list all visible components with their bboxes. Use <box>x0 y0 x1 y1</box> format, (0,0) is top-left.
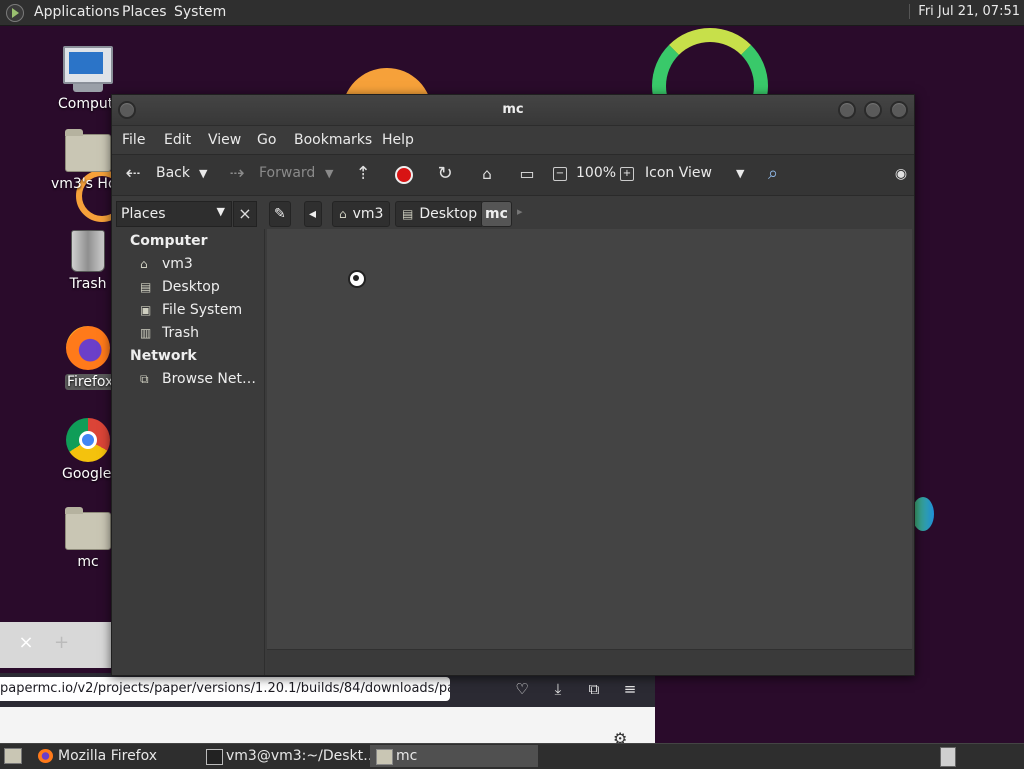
drive-icon: ▣ <box>140 303 152 317</box>
firefox-page <box>0 707 655 743</box>
firefox-icon <box>66 326 110 370</box>
edit-location-icon[interactable]: ✎ <box>269 201 291 227</box>
trash-icon: ▥ <box>140 326 152 340</box>
window-title: mc <box>502 102 524 117</box>
back-arrow-icon[interactable]: ⇠ <box>122 163 144 185</box>
menu-go[interactable]: Go <box>257 132 276 148</box>
back-history-chevron-down-icon[interactable]: ▼ <box>199 167 207 180</box>
menu-bookmarks[interactable]: Bookmarks <box>294 132 372 148</box>
sidebar: Computer ⌂ vm3 ▤ Desktop ▣ File System ▥ Tra… <box>112 229 265 675</box>
extensions-icon[interactable]: ⧉ <box>584 680 604 698</box>
chevron-left-icon[interactable]: ◂ <box>304 201 322 227</box>
view-mode-select[interactable]: Icon View <box>645 165 712 181</box>
zoom-in-icon[interactable]: + <box>620 167 634 181</box>
crumb-mc[interactable]: mc <box>481 201 512 227</box>
home-folder-icon: ⌂ <box>140 257 148 271</box>
firefox-tabbar: × + <box>0 622 112 668</box>
sidebar-header-network: Network <box>130 348 197 364</box>
forward-arrow-icon[interactable]: ⇢ <box>226 163 248 185</box>
back-button[interactable]: Back <box>156 165 190 181</box>
zoom-level: 100% <box>576 165 617 181</box>
clock[interactable]: Fri Jul 21, 07:51 <box>909 4 1020 19</box>
terminal-icon <box>206 749 223 765</box>
crumb-vm3[interactable]: ⌂ vm3 <box>332 201 391 227</box>
desktop-icon-label: Firefox <box>65 374 116 390</box>
system-menu[interactable]: System <box>174 4 226 20</box>
computer-icon[interactable]: ▭ <box>516 163 538 185</box>
sidebar-selector[interactable]: Places ▼ <box>116 201 232 227</box>
crumb-desktop[interactable]: ▤ Desktop <box>395 201 485 227</box>
close-icon[interactable] <box>890 101 908 119</box>
folder-icon <box>376 749 393 765</box>
maximize-icon[interactable] <box>864 101 882 119</box>
trash-icon <box>71 230 105 272</box>
forward-history-chevron-down-icon[interactable]: ▼ <box>325 167 333 180</box>
statusbar <box>267 649 912 674</box>
forward-button[interactable]: Forward <box>259 165 315 181</box>
home-folder-icon <box>65 129 111 172</box>
menu-view[interactable]: View <box>208 132 241 148</box>
show-desktop-icon[interactable] <box>4 748 22 764</box>
menu-help[interactable]: Help <box>382 132 414 148</box>
sidebar-selector-label: Places <box>121 206 166 222</box>
menu-edit[interactable]: Edit <box>164 132 191 148</box>
zoom-out-icon[interactable]: − <box>553 167 567 181</box>
top-panel: Applications Places System Fri Jul 21, 0… <box>0 0 1024 26</box>
sidebar-item-trash[interactable]: ▥ Trash <box>140 325 199 341</box>
new-tab-icon[interactable]: + <box>54 632 69 653</box>
desktop-folder-icon: ▤ <box>402 207 414 221</box>
desktop-folder-icon: ▤ <box>140 280 152 294</box>
menu-icon[interactable]: ≡ <box>620 680 640 698</box>
minimize-icon[interactable] <box>838 101 856 119</box>
wallpaper-blob <box>912 497 934 531</box>
up-arrow-icon[interactable]: ⇡ <box>352 163 374 185</box>
chevron-right-icon[interactable]: ▸ <box>517 205 523 218</box>
folder-icon <box>65 507 111 550</box>
busy-cursor-icon <box>348 270 366 288</box>
home-icon[interactable]: ⌂ <box>476 163 498 185</box>
menu-file[interactable]: File <box>122 132 145 148</box>
location-bar: Places ▼ × ✎ ◂ ⌂ vm3 ▤ Desktop mc ▸ <box>112 196 914 230</box>
chevron-down-icon: ▼ <box>216 205 225 218</box>
pocket-icon[interactable]: ♡ <box>512 680 532 698</box>
sidebar-item-browse-network[interactable]: ⧉ Browse Net… <box>140 371 256 387</box>
search-icon[interactable]: ⌕ <box>762 163 784 185</box>
toolbar: ⇠ Back ▼ ⇢ Forward ▼ ⇡ ↻ ⌂ ▭ − 100% + Ic… <box>112 154 914 196</box>
computer-icon <box>63 46 113 84</box>
throbber-icon: ◉ <box>894 166 908 182</box>
firefox-url-bar[interactable]: papermc.io/v2/projects/paper/versions/1.… <box>0 677 450 701</box>
view-mode-chevron-down-icon[interactable]: ▼ <box>736 167 744 180</box>
close-tab-icon[interactable]: × <box>14 632 38 653</box>
sidebar-header-computer: Computer <box>130 233 208 249</box>
taskbar-item-mc[interactable]: mc <box>370 745 538 767</box>
taskbar: Mozilla Firefox vm3@vm3:~/Deskt… mc <box>0 743 1024 769</box>
places-menu[interactable]: Places <box>122 4 167 20</box>
home-folder-icon: ⌂ <box>339 207 347 221</box>
trash-icon[interactable] <box>940 747 956 767</box>
sidebar-item-filesystem[interactable]: ▣ File System <box>140 302 242 318</box>
menubar: File Edit View Go Bookmarks Help <box>112 126 914 154</box>
taskbar-item-firefox[interactable]: Mozilla Firefox <box>32 745 218 767</box>
chrome-icon <box>66 418 110 462</box>
applications-menu[interactable]: Applications <box>34 4 120 20</box>
reload-icon[interactable]: ↻ <box>434 163 456 185</box>
file-view[interactable] <box>267 229 912 649</box>
download-icon[interactable]: ⤓ <box>548 680 568 698</box>
taskbar-item-terminal[interactable]: vm3@vm3:~/Deskt… <box>200 745 386 767</box>
firefox-icon <box>38 749 53 763</box>
close-sidebar-icon[interactable]: × <box>233 201 257 227</box>
window-titlebar[interactable]: mc <box>112 95 914 126</box>
file-manager-window: mc File Edit View Go Bookmarks Help ⇠ Ba… <box>111 94 915 676</box>
stop-icon[interactable] <box>395 166 413 184</box>
mate-logo-icon[interactable] <box>6 4 24 22</box>
network-icon: ⧉ <box>140 372 149 386</box>
sidebar-item-desktop[interactable]: ▤ Desktop <box>140 279 220 295</box>
sidebar-item-vm3[interactable]: ⌂ vm3 <box>140 256 193 272</box>
